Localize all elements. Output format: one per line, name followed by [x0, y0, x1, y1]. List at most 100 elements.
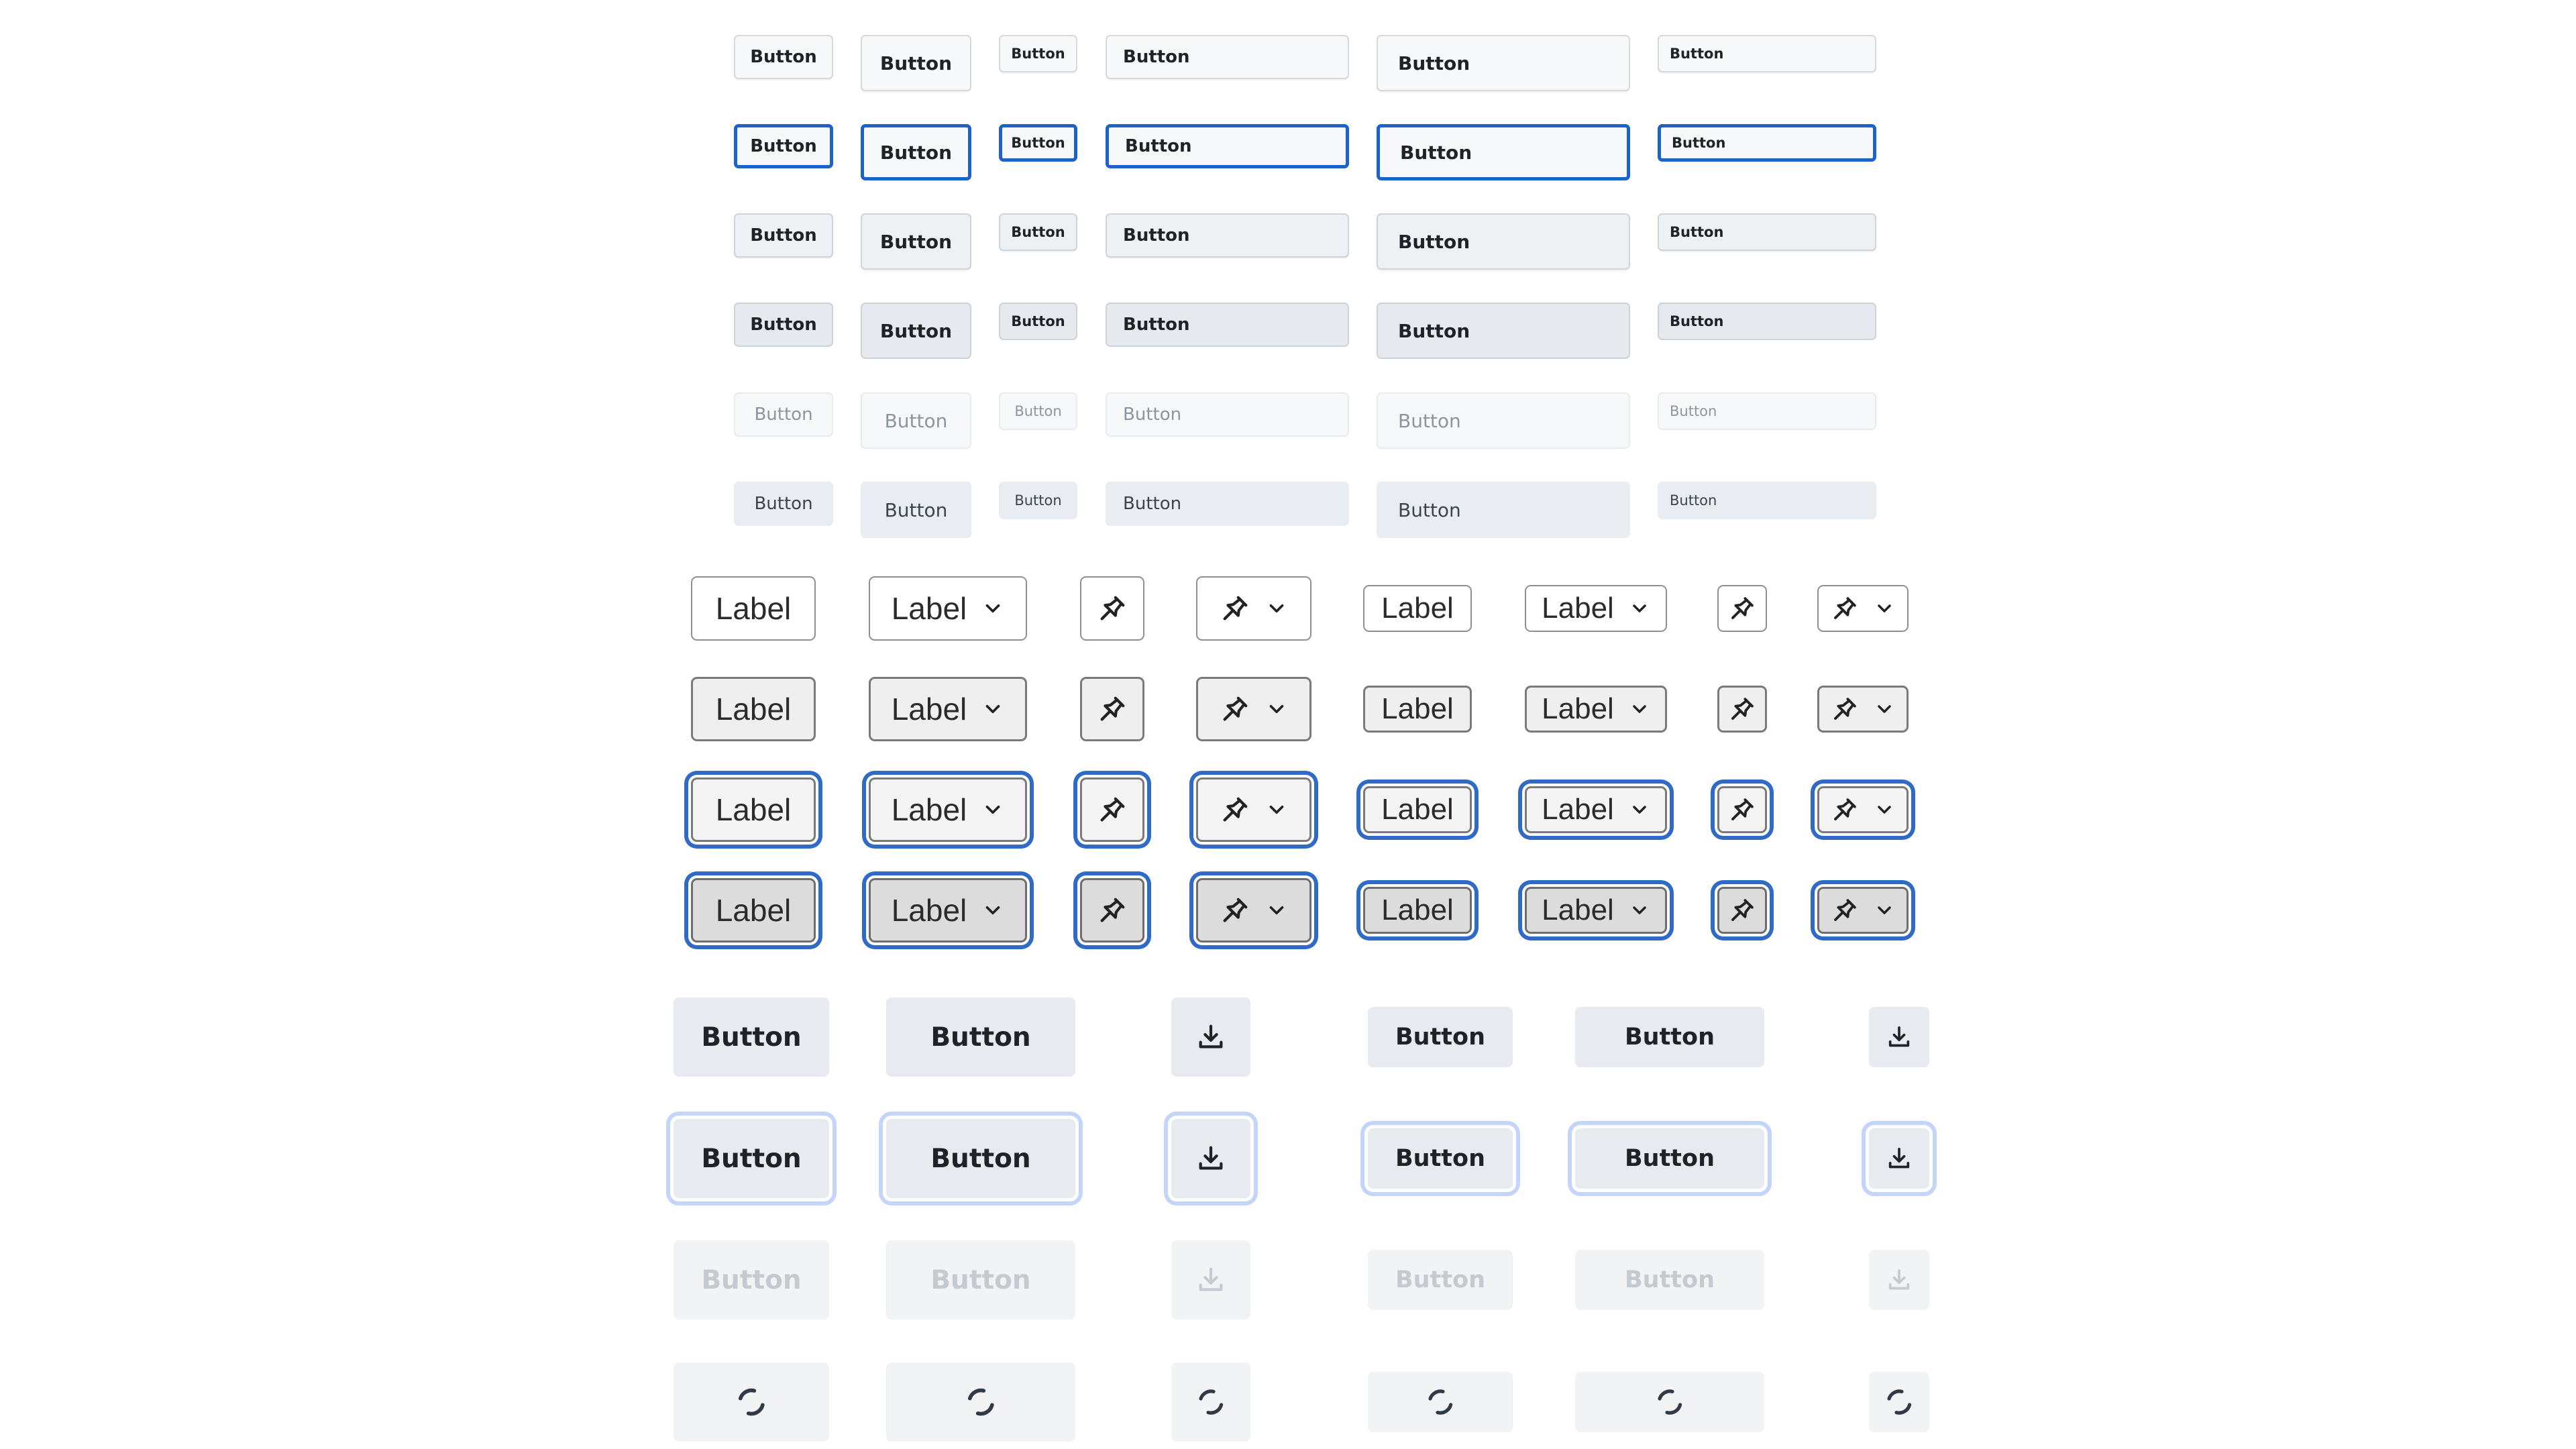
grey-button-loading[interactable]	[1575, 1372, 1764, 1432]
button-active[interactable]: Button	[1658, 303, 1876, 340]
button-hover[interactable]: Button	[734, 213, 833, 258]
pin-button-hover[interactable]	[1080, 677, 1144, 741]
download-button-focus[interactable]	[1869, 1128, 1929, 1189]
chevron-down-icon	[1629, 799, 1650, 820]
button-hover[interactable]: Button	[1377, 213, 1630, 270]
button-active[interactable]: Button	[999, 303, 1077, 340]
button-focus[interactable]: Button	[1106, 124, 1349, 168]
button-invisible[interactable]: Button	[1658, 482, 1876, 519]
button-invisible[interactable]: Button	[734, 482, 833, 526]
grey-button-rest[interactable]: Button	[1575, 1007, 1764, 1067]
label-button-dropdown-hover[interactable]: Label	[869, 677, 1027, 741]
download-icon	[1886, 1145, 1913, 1172]
pin-icon	[1097, 593, 1128, 624]
pin-button-dropdown-rest[interactable]	[1817, 585, 1909, 632]
button-focus[interactable]: Button	[999, 124, 1077, 162]
chevron-down-icon	[1874, 698, 1895, 720]
button-hover[interactable]: Button	[999, 213, 1077, 251]
button-default[interactable]: Button	[1658, 35, 1876, 72]
pin-button-pressed[interactable]	[1080, 878, 1144, 943]
button-active[interactable]: Button	[1377, 303, 1630, 359]
button-default[interactable]: Button	[999, 35, 1077, 72]
button-label: Label	[1381, 894, 1454, 926]
grey-button-rest[interactable]: Button	[886, 998, 1075, 1077]
pin-button-dropdown-pressed[interactable]	[1817, 887, 1909, 934]
label-button-pressed[interactable]: Label	[1363, 887, 1472, 934]
pin-button-dropdown-rest[interactable]	[1196, 576, 1311, 641]
pin-button-dropdown-focus[interactable]	[1817, 786, 1909, 833]
label-button-dropdown-rest[interactable]: Label	[869, 576, 1027, 641]
download-button-rest[interactable]	[1869, 1007, 1929, 1067]
grey-button-focus[interactable]: Button	[1368, 1128, 1513, 1189]
chevron-down-icon	[1629, 900, 1650, 921]
download-button-rest[interactable]	[1171, 998, 1250, 1077]
button-default[interactable]: Button	[1377, 35, 1630, 91]
button-invisible[interactable]: Button	[1377, 482, 1630, 538]
button-invisible[interactable]: Button	[999, 482, 1077, 519]
button-hover[interactable]: Button	[1106, 213, 1349, 258]
download-button-loading[interactable]	[1171, 1362, 1250, 1442]
pin-button-rest[interactable]	[1080, 576, 1144, 641]
pin-button-dropdown-hover[interactable]	[1817, 686, 1909, 733]
label-button-dropdown-pressed[interactable]: Label	[1525, 887, 1667, 934]
button-disabled: Button	[1377, 392, 1630, 449]
button-label: Label	[715, 893, 792, 928]
grey-button-focus[interactable]: Button	[886, 1119, 1075, 1198]
pin-button-dropdown-focus[interactable]	[1196, 777, 1311, 842]
label-button-dropdown-focus[interactable]: Label	[1525, 786, 1667, 833]
label-button-focus[interactable]: Label	[1363, 786, 1472, 833]
pin-button-dropdown-hover[interactable]	[1196, 677, 1311, 741]
label-button-dropdown-hover[interactable]: Label	[1525, 686, 1667, 733]
pin-icon	[1728, 896, 1756, 924]
button-focus[interactable]: Button	[734, 124, 833, 168]
button-label: Button	[930, 1265, 1031, 1295]
download-icon	[1195, 1022, 1226, 1053]
button-invisible[interactable]: Button	[1106, 482, 1349, 526]
grey-button-focus[interactable]: Button	[1575, 1128, 1764, 1189]
spinner-icon	[963, 1385, 998, 1419]
pin-button-pressed[interactable]	[1717, 887, 1767, 934]
button-focus[interactable]: Button	[861, 124, 971, 180]
label-button-focus[interactable]: Label	[691, 777, 816, 842]
button-hover[interactable]: Button	[1658, 213, 1876, 251]
button-default[interactable]: Button	[1106, 35, 1349, 79]
label-button-rest[interactable]: Label	[691, 576, 816, 641]
grey-button-loading[interactable]	[1368, 1372, 1513, 1432]
label-button-hover[interactable]: Label	[1363, 686, 1472, 733]
button-label: Button	[879, 319, 953, 342]
pin-button-dropdown-pressed[interactable]	[1196, 878, 1311, 943]
button-label: Button	[701, 1022, 802, 1053]
pin-button-focus[interactable]	[1080, 777, 1144, 842]
button-focus[interactable]: Button	[1658, 124, 1876, 162]
button-active[interactable]: Button	[861, 303, 971, 359]
label-button-dropdown-rest[interactable]: Label	[1525, 585, 1667, 632]
download-button-loading[interactable]	[1869, 1372, 1929, 1432]
button-default[interactable]: Button	[861, 35, 971, 91]
label-button-dropdown-focus[interactable]: Label	[869, 777, 1027, 842]
button-active[interactable]: Button	[1106, 303, 1349, 347]
button-label: Button	[1672, 135, 1726, 151]
pin-button-rest[interactable]	[1717, 585, 1767, 632]
button-disabled: Button	[861, 392, 971, 449]
button-hover[interactable]: Button	[861, 213, 971, 270]
grey-button-rest[interactable]: Button	[1368, 1007, 1513, 1067]
label-button-hover[interactable]: Label	[691, 677, 816, 741]
button-focus[interactable]: Button	[1377, 124, 1630, 180]
grey-button-disabled: Button	[886, 1240, 1075, 1320]
button-label: Button	[750, 136, 817, 156]
download-icon	[1886, 1024, 1913, 1051]
pin-button-hover[interactable]	[1717, 686, 1767, 733]
download-button-disabled	[1171, 1240, 1250, 1320]
button-active[interactable]: Button	[734, 303, 833, 347]
label-button-dropdown-pressed[interactable]: Label	[869, 878, 1027, 943]
grey-button-focus[interactable]: Button	[674, 1119, 829, 1198]
download-button-focus[interactable]	[1171, 1119, 1250, 1198]
button-default[interactable]: Button	[734, 35, 833, 79]
grey-button-loading[interactable]	[674, 1362, 829, 1442]
label-button-pressed[interactable]: Label	[691, 878, 816, 943]
button-invisible[interactable]: Button	[861, 482, 971, 538]
pin-button-focus[interactable]	[1717, 786, 1767, 833]
grey-button-loading[interactable]	[886, 1362, 1075, 1442]
grey-button-rest[interactable]: Button	[674, 998, 829, 1077]
label-button-rest[interactable]: Label	[1363, 585, 1472, 632]
